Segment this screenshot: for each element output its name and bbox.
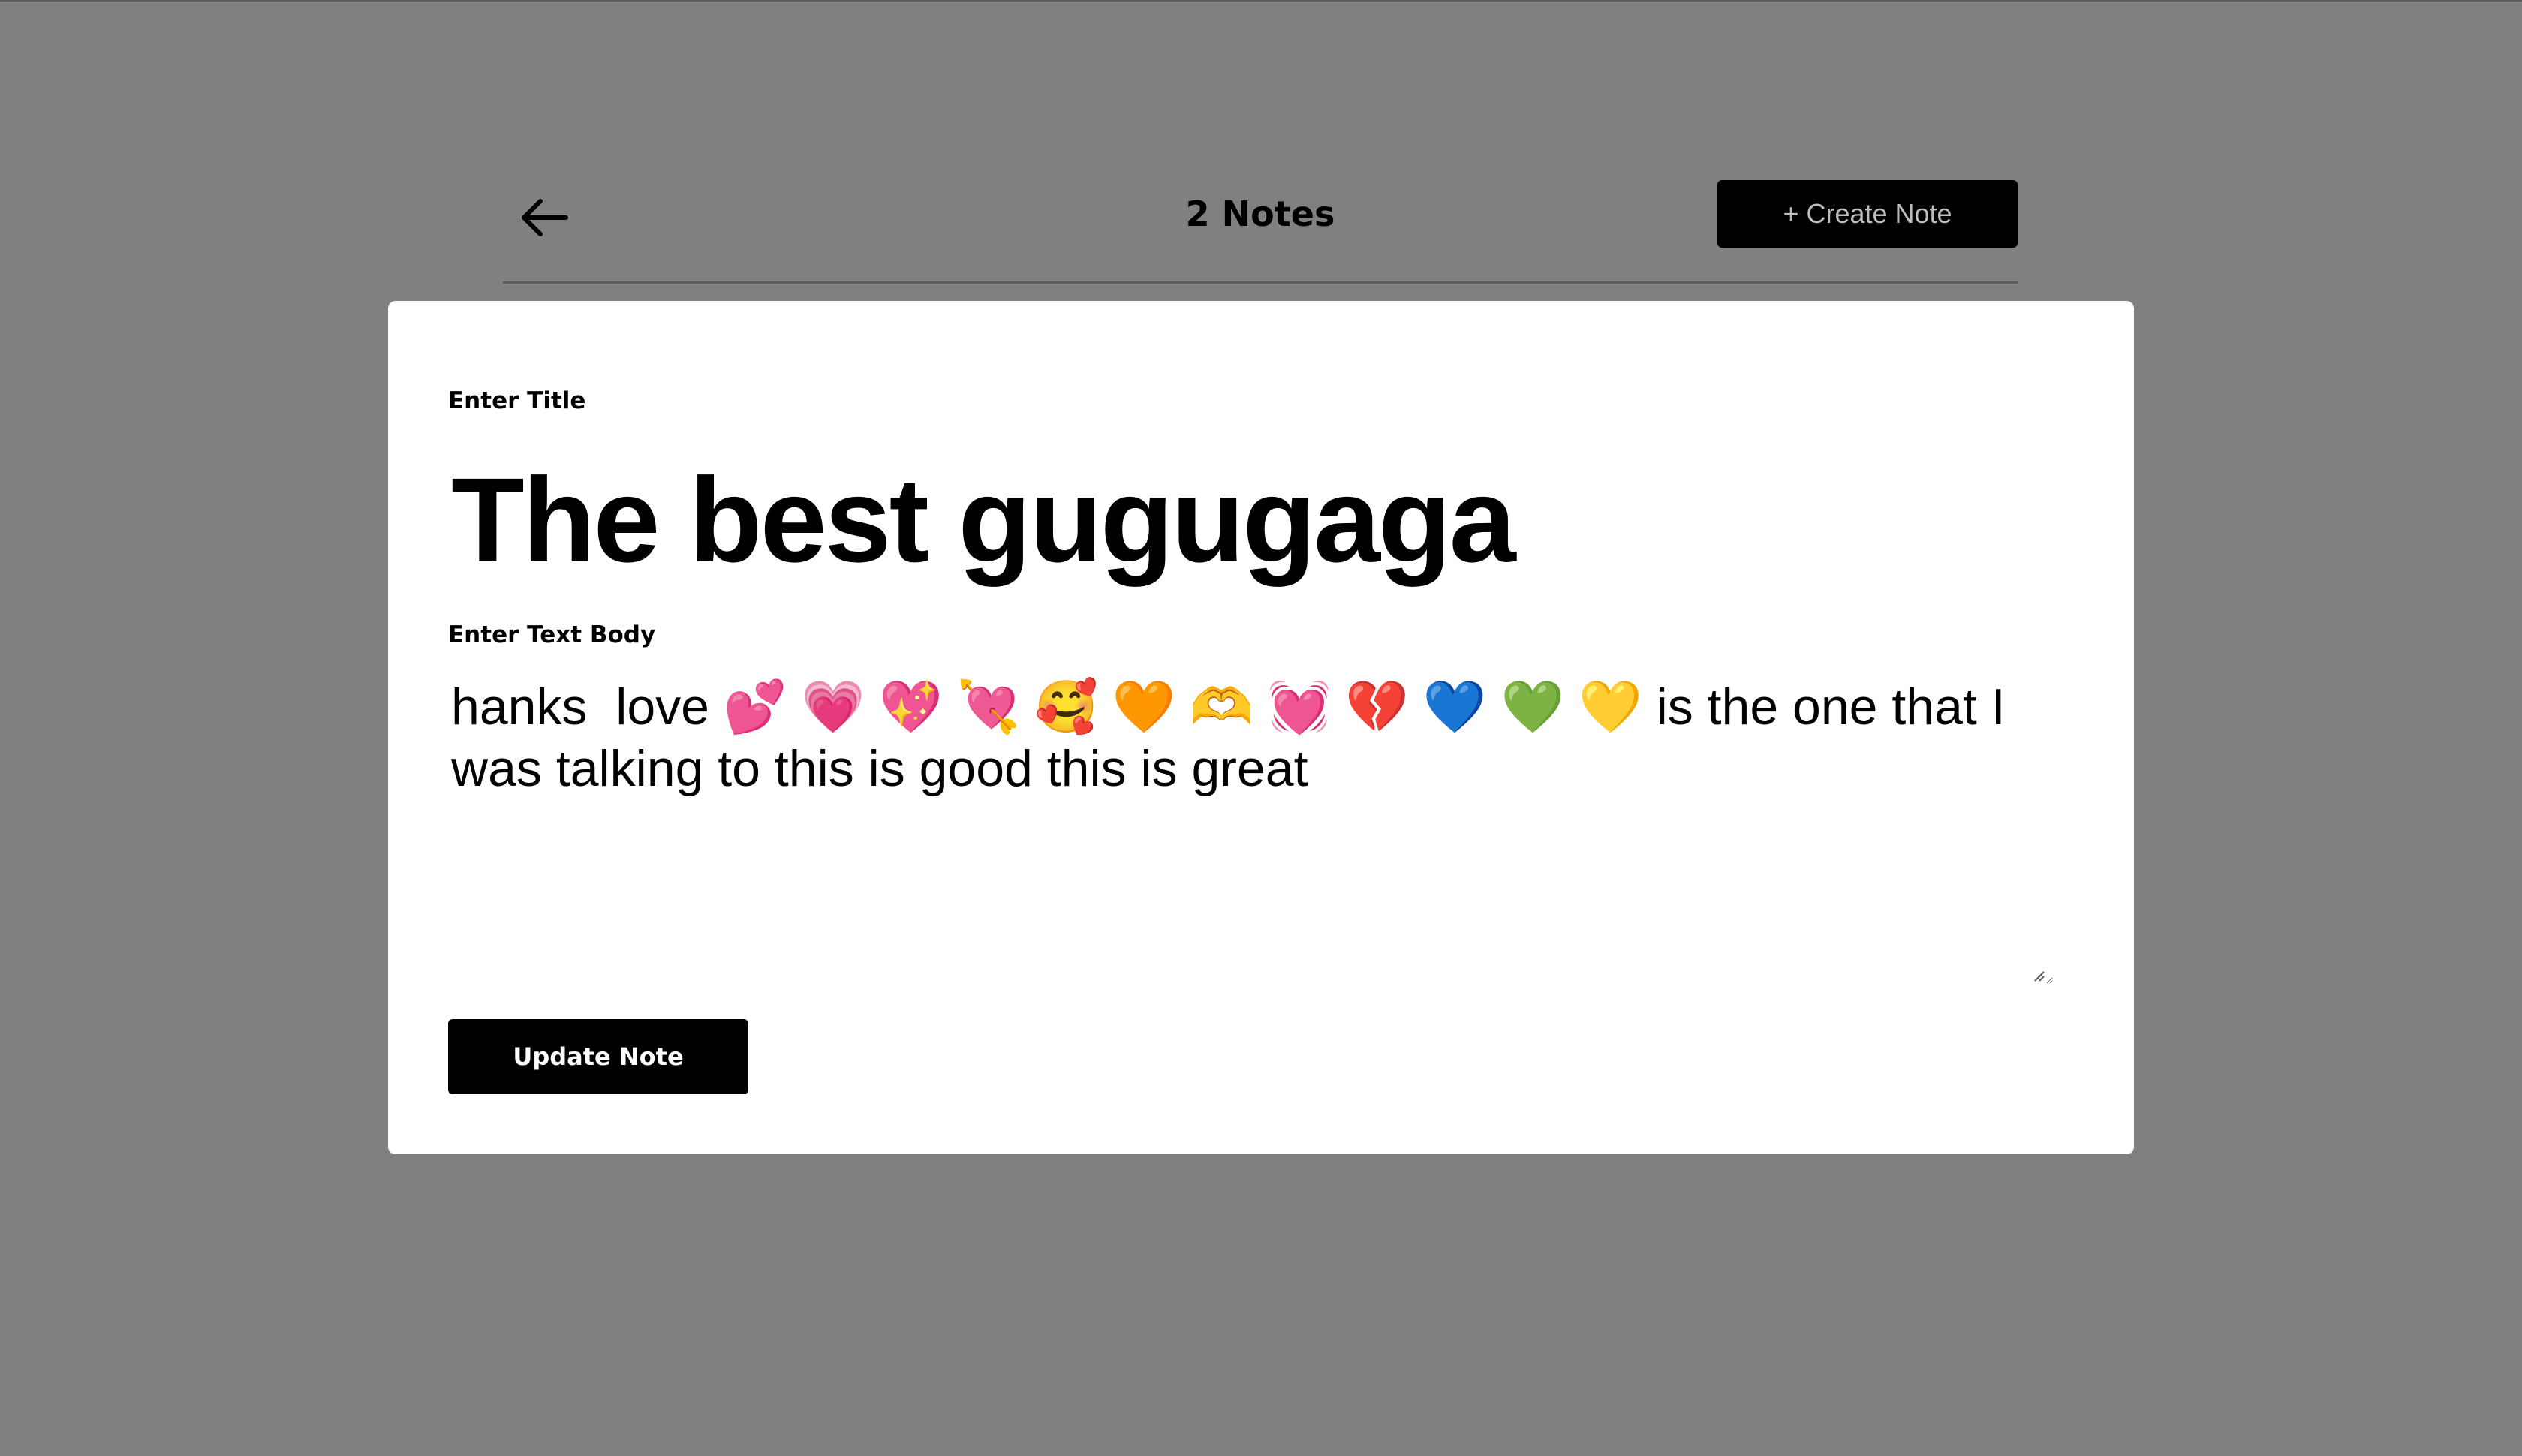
create-note-button[interactable]: + Create Note xyxy=(1717,180,2018,248)
top-border xyxy=(0,0,2522,2)
update-note-button[interactable]: Update Note xyxy=(448,1019,748,1094)
resize-handle-icon[interactable] xyxy=(2032,969,2045,982)
body-label: Enter Text Body xyxy=(448,621,656,648)
edit-note-modal: Enter Title Enter Text Body hanks love 💕… xyxy=(388,301,2134,1154)
title-input[interactable] xyxy=(448,445,2068,595)
notes-header: 2 Notes + Create Note xyxy=(503,180,2018,284)
title-label: Enter Title xyxy=(448,387,586,414)
body-textarea[interactable]: hanks love 💕 💗 💖 💘 🥰 🧡 🫶 💓 💔 💙 💚 💛 is th… xyxy=(448,676,2053,984)
